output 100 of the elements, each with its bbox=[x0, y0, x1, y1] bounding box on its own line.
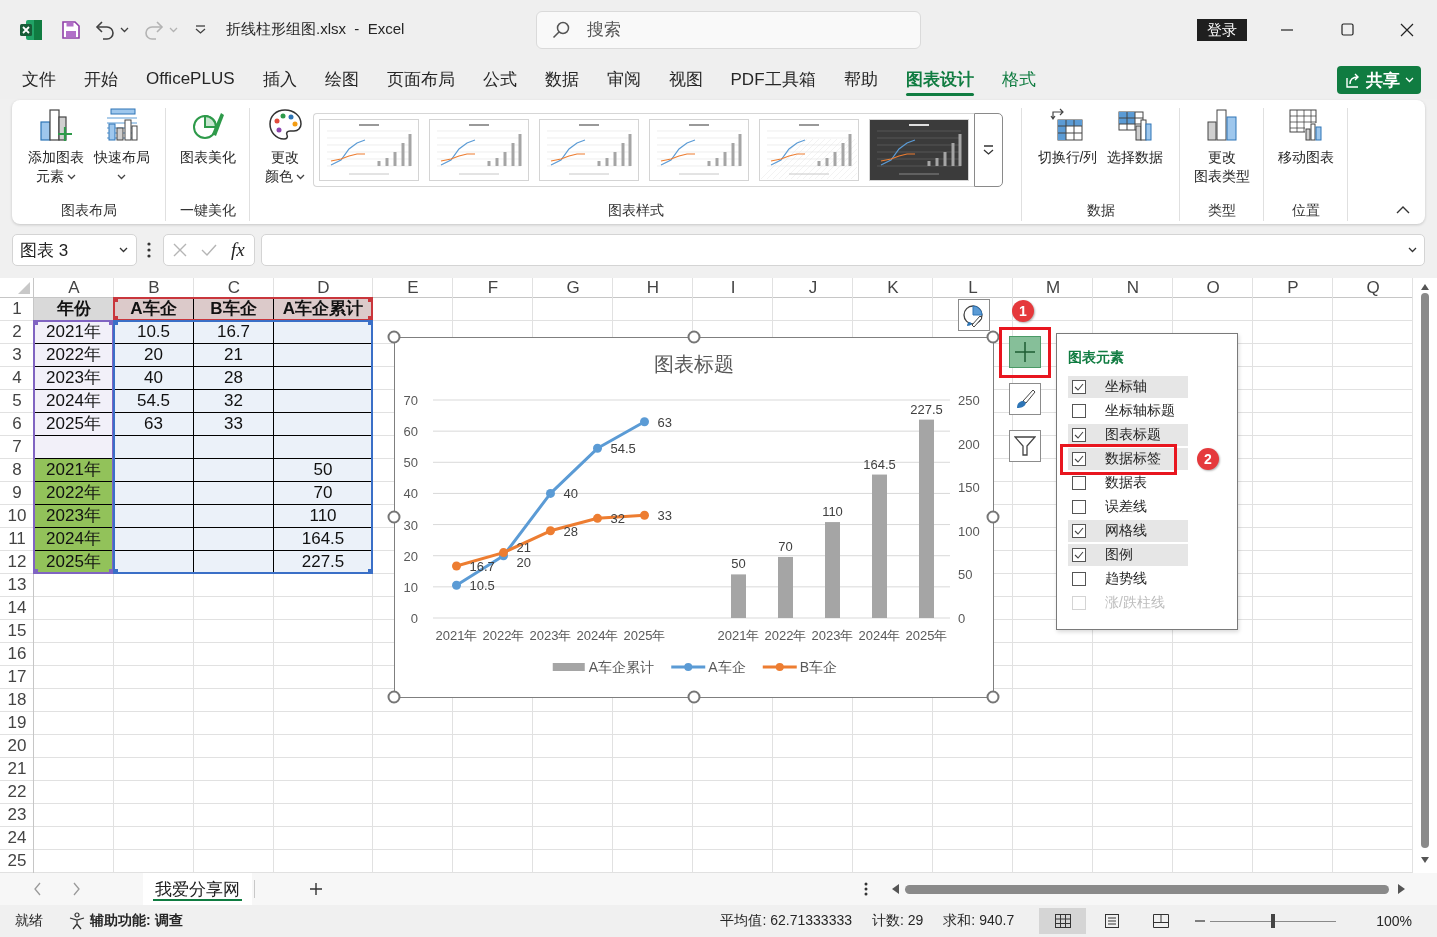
chart-style-thumbnail[interactable] bbox=[539, 119, 639, 181]
menu-tab[interactable]: 文件 bbox=[12, 59, 66, 99]
column-header[interactable]: C bbox=[194, 278, 274, 298]
checkbox[interactable] bbox=[1072, 524, 1086, 538]
row-header[interactable]: 9 bbox=[0, 482, 34, 505]
down-arrow-icon[interactable] bbox=[1421, 857, 1429, 863]
row-header[interactable]: 23 bbox=[0, 804, 34, 827]
plus-icon[interactable] bbox=[310, 883, 322, 895]
name-box[interactable]: 图表 3 bbox=[12, 234, 137, 266]
row-header[interactable]: 10 bbox=[0, 505, 34, 528]
chart-element-option[interactable]: 数据表 bbox=[1068, 472, 1188, 494]
up-arrow-icon[interactable] bbox=[1421, 284, 1429, 290]
column-header[interactable]: J bbox=[773, 278, 853, 298]
resize-handle[interactable] bbox=[687, 690, 701, 704]
checkbox[interactable] bbox=[1072, 404, 1086, 418]
chart-element-option[interactable]: 误差线 bbox=[1068, 496, 1188, 518]
column-header[interactable]: K bbox=[853, 278, 933, 298]
column-header[interactable]: P bbox=[1253, 278, 1333, 298]
chart-element-option[interactable]: 图例 bbox=[1068, 544, 1188, 566]
checkbox[interactable] bbox=[1072, 476, 1086, 490]
ribbon-button[interactable]: 更改 图表类型 bbox=[1190, 108, 1253, 186]
save-icon[interactable] bbox=[62, 20, 80, 39]
minimize-icon[interactable] bbox=[1281, 28, 1293, 31]
menu-tab[interactable]: 视图 bbox=[658, 59, 713, 99]
ribbon-button[interactable]: 选择数据 bbox=[1104, 108, 1167, 167]
chart-element-option[interactable]: 网格线 bbox=[1068, 520, 1188, 542]
chart-element-option[interactable]: 趋势线 bbox=[1068, 568, 1188, 590]
slider-thumb[interactable] bbox=[1271, 913, 1276, 928]
accessibility-button[interactable]: 辅助功能: 调查 bbox=[68, 912, 183, 930]
column-header[interactable]: H bbox=[613, 278, 693, 298]
chart-elements-button[interactable] bbox=[1009, 336, 1041, 368]
row-header[interactable]: 5 bbox=[0, 390, 34, 413]
scrollbar-thumb[interactable] bbox=[905, 884, 1389, 894]
search-field[interactable]: 搜索 bbox=[536, 10, 921, 49]
row-header[interactable]: 21 bbox=[0, 758, 34, 781]
sign-in-button[interactable]: 登录 bbox=[1197, 18, 1247, 41]
resize-handle[interactable] bbox=[387, 510, 401, 524]
row-header[interactable]: 7 bbox=[0, 436, 34, 459]
checkbox[interactable] bbox=[1072, 380, 1086, 394]
row-header[interactable]: 14 bbox=[0, 597, 34, 620]
chart-style-thumbnail[interactable] bbox=[759, 119, 859, 181]
row-header[interactable]: 18 bbox=[0, 689, 34, 712]
menu-tab[interactable]: PDF工具箱 bbox=[720, 59, 826, 99]
row-header[interactable]: 6 bbox=[0, 413, 34, 436]
resize-handle[interactable] bbox=[387, 330, 401, 344]
right-arrow-icon[interactable] bbox=[1398, 884, 1405, 894]
column-header[interactable]: F bbox=[453, 278, 533, 298]
chart-styles-button[interactable] bbox=[1009, 383, 1041, 415]
collapse-ribbon-icon[interactable] bbox=[1396, 206, 1410, 214]
more-icon[interactable] bbox=[147, 242, 151, 258]
gallery-more-button[interactable] bbox=[974, 113, 1003, 187]
row-header[interactable]: 11 bbox=[0, 528, 34, 551]
menu-tab[interactable]: 审阅 bbox=[596, 59, 651, 99]
column-header[interactable]: N bbox=[1093, 278, 1173, 298]
sheet-tab[interactable]: 我爱分享网 bbox=[143, 873, 252, 905]
chevron-right-icon[interactable] bbox=[73, 882, 81, 896]
column-header[interactable]: I bbox=[693, 278, 773, 298]
ribbon-button[interactable]: 添加图表 元素 bbox=[24, 108, 87, 186]
row-header[interactable]: 13 bbox=[0, 574, 34, 597]
menu-tab[interactable]: OfficePLUS bbox=[136, 59, 245, 99]
row-header[interactable]: 17 bbox=[0, 666, 34, 689]
row-header[interactable]: 24 bbox=[0, 827, 34, 850]
scrollbar-thumb[interactable] bbox=[1421, 293, 1429, 848]
column-header[interactable]: E bbox=[373, 278, 453, 298]
column-header[interactable]: L bbox=[933, 278, 1013, 298]
chart-style-thumbnail[interactable] bbox=[319, 119, 419, 181]
column-header[interactable]: Q bbox=[1333, 278, 1413, 298]
menu-tab[interactable]: 页面布局 bbox=[376, 59, 465, 99]
menu-tab[interactable]: 格式 bbox=[991, 59, 1046, 99]
row-header[interactable]: 15 bbox=[0, 620, 34, 643]
chart-filters-button[interactable] bbox=[1009, 430, 1041, 462]
row-header[interactable]: 16 bbox=[0, 643, 34, 666]
menu-tab[interactable]: 插入 bbox=[252, 59, 307, 99]
formula-input[interactable] bbox=[261, 234, 1425, 266]
chart-style-thumbnail[interactable] bbox=[649, 119, 749, 181]
column-header[interactable]: M bbox=[1013, 278, 1093, 298]
caret-icon[interactable] bbox=[1408, 247, 1417, 253]
row-header[interactable]: 19 bbox=[0, 712, 34, 735]
chart-element-option[interactable]: 坐标轴 bbox=[1068, 376, 1188, 398]
resize-handle[interactable] bbox=[986, 510, 1000, 524]
caret-icon[interactable] bbox=[120, 26, 129, 33]
row-header[interactable]: 2 bbox=[0, 321, 34, 344]
resize-handle[interactable] bbox=[986, 330, 1000, 344]
ribbon-button[interactable]: 移动图表 bbox=[1274, 108, 1337, 167]
undo-icon[interactable] bbox=[95, 19, 115, 40]
ribbon-button[interactable]: 切换行/列 bbox=[1034, 108, 1101, 167]
customize-toolbar-icon[interactable] bbox=[195, 25, 206, 34]
row-header[interactable]: 8 bbox=[0, 459, 34, 482]
menu-tab[interactable]: 帮助 bbox=[833, 59, 888, 99]
more-icon[interactable] bbox=[864, 882, 868, 896]
left-arrow-icon[interactable] bbox=[892, 884, 899, 894]
column-header[interactable]: A bbox=[34, 278, 114, 298]
row-header[interactable]: 3 bbox=[0, 344, 34, 367]
column-header[interactable]: G bbox=[533, 278, 613, 298]
menu-tab[interactable]: 开始 bbox=[74, 59, 128, 99]
menu-tab[interactable]: 公式 bbox=[472, 59, 527, 99]
chevron-left-icon[interactable] bbox=[33, 882, 41, 896]
chart-style-thumbnail[interactable] bbox=[429, 119, 529, 181]
row-header[interactable]: 12 bbox=[0, 551, 34, 574]
checkbox[interactable] bbox=[1072, 572, 1086, 586]
